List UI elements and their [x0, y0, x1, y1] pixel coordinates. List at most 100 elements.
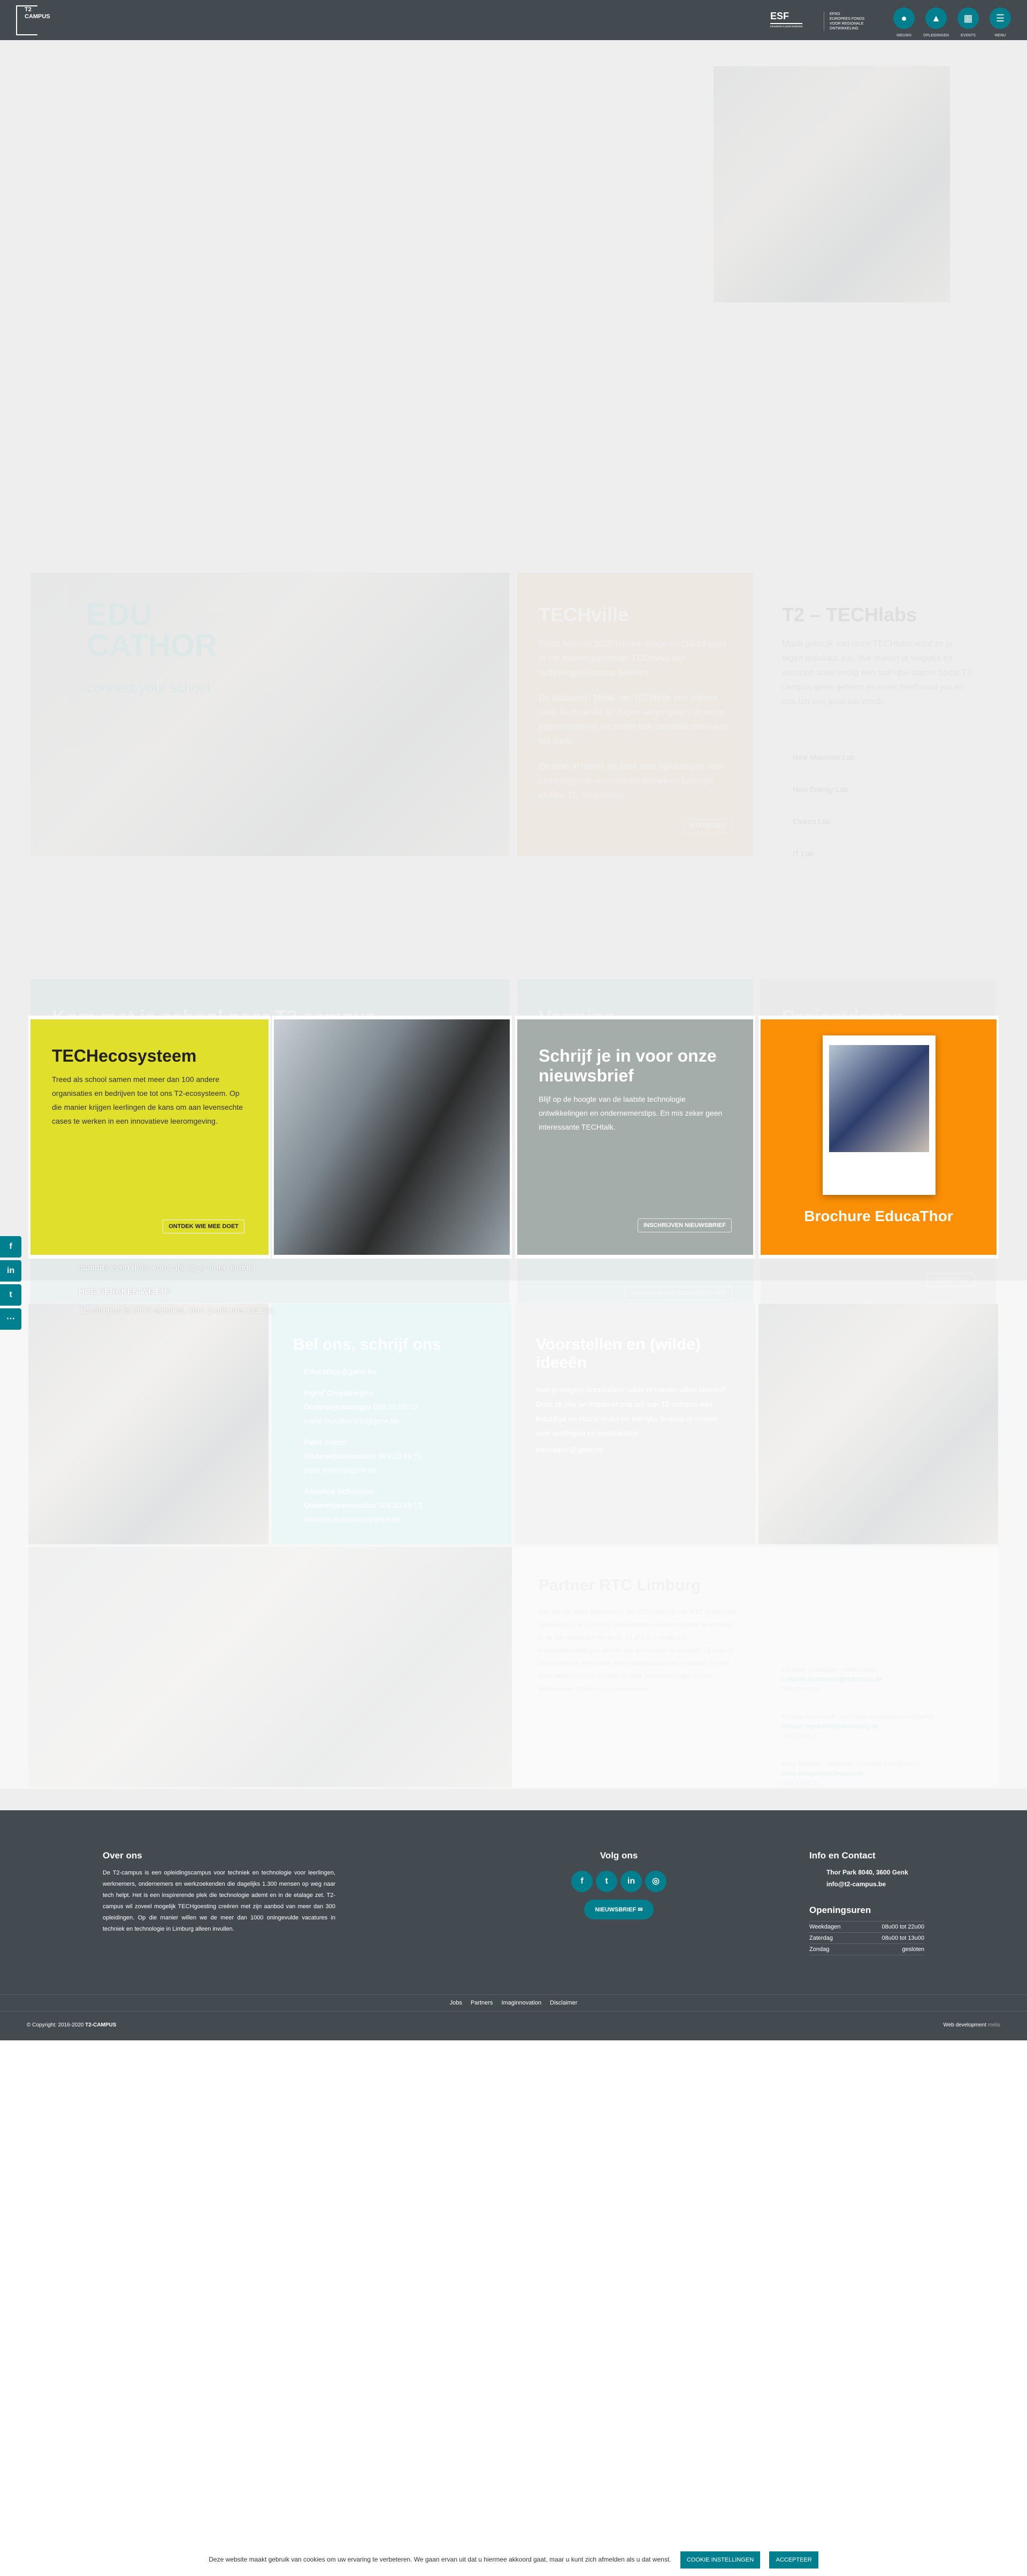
contact-phone[interactable]: 089 30 99 12: [378, 1501, 422, 1510]
rtc-block: Partner RTC Limburg Eén van de vaste bew…: [512, 1547, 998, 1787]
nav-label: MENU: [994, 34, 1006, 37]
nav-menu[interactable]: ☰ MENU: [990, 7, 1011, 37]
hours-row: Zaterdag 08u00 tot 13u00: [809, 1932, 924, 1944]
newsletter-label: NIEUWSBRIEF: [595, 1907, 637, 1913]
contact-role: Onderwijsinnovatior: [304, 1501, 377, 1510]
hours-day: Zondag: [809, 1944, 859, 1955]
rtc-text: Eén van de vaste bewoners is het RTC Lim…: [539, 1608, 737, 1693]
accept-cookies-button[interactable]: ACCEPTEER: [769, 2551, 818, 2569]
hamburger-icon: ☰: [990, 7, 1011, 29]
techville-paragraph: De uitdaging? Maak van TECHville een sli…: [539, 693, 728, 746]
t2-campus-logo[interactable]: T2 CAMPUS: [16, 5, 50, 35]
cookie-text: Deze website maakt gebruik van cookies o…: [209, 2556, 671, 2563]
techlabs-text: Maak gebruik van onze TECHlabs alsof ze …: [782, 639, 975, 706]
inschrijven-nieuwsbrief-button[interactable]: INSCHRIJVEN NIEUWSBRIEF: [637, 1218, 732, 1232]
melis-logo: melis: [987, 2022, 1000, 2028]
educathor-logo: EDU CATHOR: [87, 597, 217, 663]
interesse-button[interactable]: INTERESSE?: [683, 819, 732, 833]
card-nieuwsbrief: Schrijf je in voor onze nieuwsbrief Blij…: [515, 1016, 755, 1259]
brochure-cover: [823, 1035, 936, 1195]
linkedin-icon[interactable]: in: [620, 1871, 642, 1892]
eco-text: Treed als school samen met meer dan 100 …: [52, 1075, 243, 1125]
cookie-bar: Deze website maakt gebruik van cookies o…: [0, 2550, 1027, 2569]
educathor-tagline: connect your school: [87, 680, 211, 696]
ideas-email[interactable]: educathor@genk.be: [536, 1443, 734, 1457]
newsletter-button[interactable]: NIEUWSBRIEF ✉: [584, 1900, 654, 1919]
facebook-icon[interactable]: f: [571, 1871, 593, 1892]
twitter-icon[interactable]: t: [596, 1871, 617, 1892]
rtc-contact-email[interactable]: Rinaldo.Menichetti@rtclimburg.be: [782, 1721, 934, 1731]
rtc-contact-phone: 089 30 99 21: [782, 1732, 820, 1740]
aanbod-leerkrachten-button[interactable]: AANBOD VOOR LEERKRACHTEN: [625, 1286, 732, 1300]
esf-text: ESF: [770, 11, 790, 21]
footer-link-partners[interactable]: Partners: [471, 2000, 493, 2006]
cookie-settings-button[interactable]: COOKIE INSTELLINGEN: [680, 2551, 761, 2569]
footer-link-jobs[interactable]: Jobs: [450, 2000, 462, 2006]
efro-line: EUROPEES FONDS: [830, 17, 865, 21]
rtc-contact-name: Rinaldo Menichetti - verbinder onderwijs…: [782, 1713, 934, 1720]
rtc-contact-phone: 089 30 99 22: [782, 1779, 820, 1787]
rtc-contact-email[interactable]: Ilona.albinger@rtclimburg.be: [782, 1769, 934, 1778]
about-title: Over ons: [103, 1850, 142, 1861]
contact-phone[interactable]: 089 30 99 10: [373, 1403, 417, 1411]
rtc-contact-name: Liesbeth Schraepen - coördinator: [782, 1666, 877, 1673]
esf-subtext: investeert in jouw toekomst: [770, 23, 803, 28]
nav-opleidingen[interactable]: ▲ OPLEIDINGEN: [923, 7, 949, 37]
footer-link-disclaimer[interactable]: Disclaimer: [550, 2000, 577, 2006]
hours-title: Openingsuren: [809, 1905, 871, 1915]
techville-block: TECHville Sinds februari 2020 kunnen jon…: [517, 573, 753, 856]
footer-links: Jobs Partners Imaginnovation Disclaimer: [0, 1994, 1027, 2011]
news-title: Schrijf je in voor onze nieuwsbrief: [539, 1046, 717, 1085]
hours-time: 08u00 tot 22u00: [858, 1921, 924, 1933]
hours-row: Weekdagen 08u00 tot 22u00: [809, 1921, 924, 1933]
nav-events[interactable]: ▦ EVENTS: [957, 7, 979, 37]
news-text: Blijf op de hoogte van de laatste techno…: [539, 1095, 723, 1131]
robot-photo: [274, 1019, 510, 1255]
hero-image: [714, 66, 950, 302]
lab-link[interactable]: IT Lab: [793, 837, 975, 870]
hours-time: 08u00 tot 13u00: [858, 1932, 924, 1944]
main-content: [0, 40, 1027, 1810]
lab-link[interactable]: New Energy Lab: [793, 773, 975, 805]
efro-line: ONTWIKKELING: [830, 27, 859, 31]
card-robot-image: [272, 1016, 512, 1259]
card-techecosysteem: TECHecosysteem Treed als school samen me…: [28, 1016, 271, 1259]
contact-name: Annelies Schrooten: [304, 1487, 374, 1496]
contact-email[interactable]: peter.evens@genk.be: [304, 1466, 377, 1474]
team-photo: [28, 1304, 269, 1544]
more-icon[interactable]: ⋯: [0, 1308, 21, 1330]
contact-email[interactable]: Educathor@genk.be: [304, 1365, 490, 1378]
contact-email[interactable]: annelies.schrooten@genk.be: [304, 1515, 401, 1523]
contact-info-title: Info en Contact: [809, 1850, 876, 1861]
footer-link-imaginnovation[interactable]: Imaginnovation: [501, 2000, 541, 2006]
contact-role: Onderwijsinnovatior: [304, 1452, 377, 1460]
envelope-icon: ✉: [638, 1907, 643, 1913]
instagram-icon[interactable]: ◎: [645, 1871, 666, 1892]
about-text: De T2-campus is een opleidingscampus voo…: [103, 1870, 335, 1932]
contact-title: Bel ons, schrijf ons: [293, 1336, 441, 1353]
hours-row: Zondag gesloten: [809, 1944, 924, 1955]
ontdek-wie-mee-doet-button[interactable]: ONTDEK WIE MEE DOET: [163, 1220, 244, 1233]
facebook-icon[interactable]: f: [0, 1236, 21, 1257]
opening-hours-table: Weekdagen 08u00 tot 22u00 Zaterdag 08u00 t…: [809, 1921, 924, 1955]
copyright: © Copyright: 2016-2020 T2-CAMPUS: [27, 2022, 116, 2028]
twitter-icon[interactable]: t: [0, 1284, 21, 1306]
web-development-credit[interactable]: Web development melis: [943, 2022, 1000, 2028]
contact-phone[interactable]: 089 30 99 11: [378, 1452, 421, 1460]
lab-link[interactable]: Elektro Lab: [793, 805, 975, 837]
rtc-contact-email[interactable]: Liesbeth.Schraepen@rtclimburg.be: [782, 1674, 934, 1684]
linkedin-icon[interactable]: in: [0, 1260, 21, 1282]
nav-nieuws[interactable]: ● NIEUWS: [893, 7, 915, 37]
card-brochure[interactable]: Brochure EducaThor: [758, 1016, 999, 1259]
techville-paragraph: Ze gaan in teams op zoek naar oplossinge…: [539, 762, 724, 800]
lab-link[interactable]: New Materials Lab: [793, 741, 975, 773]
rtc-contact-phone: 089 30 99 20: [782, 1685, 820, 1693]
school-text: campus even thuis voelt als op je eigen …: [79, 1263, 258, 1272]
site-header: T2 CAMPUS ESF investeert in jouw toekomst…: [0, 0, 1027, 40]
techville-paragraph: Sinds februari 2020 kunnen jongeren (10-…: [539, 639, 726, 677]
copyright-text: © Copyright: 2016-2020: [27, 2022, 84, 2028]
footer-email[interactable]: info@t2-campus.be: [809, 1880, 924, 1888]
contact-email[interactable]: ingrid.cruysberghs@genk.be: [304, 1416, 399, 1425]
reserveer-button[interactable]: RESERVEER: [926, 1273, 975, 1287]
techville-title: TECHville: [539, 604, 629, 626]
